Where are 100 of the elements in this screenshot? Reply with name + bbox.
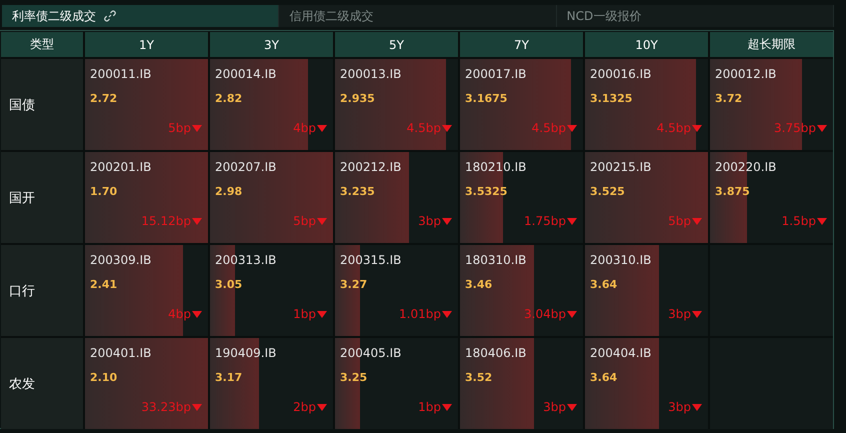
yield-value: 3.46 [465,278,494,291]
change-value: 1bp [293,307,316,321]
yield-value: 3.64 [590,371,618,384]
change-value: 1.5bp [782,214,816,228]
bond-code: 180406.IB [465,346,528,360]
bond-code: 200405.IB [340,346,402,360]
yield-value: 3.1325 [590,92,634,105]
change-value: 5bp [168,121,191,135]
quote-cell[interactable]: 180310.IB 3.46 3.04bp [460,245,583,336]
change-value: 5bp [668,214,691,228]
change-value: 1.01bp [399,307,441,321]
yield-value: 3.875 [715,185,751,198]
row-header: 口行 [1,245,83,336]
change-value: 4bp [293,121,316,135]
quote-cell[interactable]: 200016.IB 3.1325 4.5bp [585,59,708,150]
quote-cell[interactable]: 200310.IB 3.64 3bp [585,245,708,336]
change-value: 4.5bp [532,121,566,135]
column-header: 类型 [1,32,83,57]
yield-value: 3.235 [340,185,376,198]
bond-code: 200016.IB [590,67,652,81]
yield-value: 3.525 [590,185,626,198]
bond-code: 180210.IB [465,160,528,174]
yield-value: 2.935 [340,92,376,105]
yield-value: 3.52 [465,371,494,384]
row-header: 国债 [1,59,83,150]
column-header: 3Y [210,32,333,57]
quote-cell[interactable]: 200212.IB 3.235 3bp [335,152,458,243]
change-value: 15.12bp [141,214,191,228]
column-header: 10Y [585,32,708,57]
change-value: 3.75bp [774,121,816,135]
quote-cell[interactable]: 200405.IB 3.25 1bp [335,338,458,429]
yield-value: 2.10 [90,371,118,384]
yield-value: 3.27 [340,278,368,291]
quote-cell[interactable]: 180210.IB 3.5325 1.75bp [460,152,583,243]
bond-code: 200014.IB [215,67,278,81]
bond-code: 200017.IB [465,67,528,81]
yield-value: 3.5325 [465,185,508,198]
yield-value: 3.05 [215,278,244,291]
yield-value: 1.70 [90,185,118,198]
quote-cell[interactable]: 200017.IB 3.1675 4.5bp [460,59,583,150]
column-header: 超长期限 [710,32,833,57]
change-value: 3bp [668,400,691,414]
change-value: 3.04bp [524,307,566,321]
change-value: 3bp [543,400,566,414]
column-header: 7Y [460,32,583,57]
quote-cell[interactable]: 200404.IB 3.64 3bp [585,338,708,429]
bond-code: 200012.IB [715,67,778,81]
change-value: 3bp [668,307,691,321]
quote-cell[interactable]: 200313.IB 3.05 1bp [210,245,333,336]
change-value: 1.75bp [524,214,566,228]
change-value: 3bp [418,214,441,228]
bond-code: 200212.IB [340,160,402,174]
quote-cell[interactable]: 200012.IB 3.72 3.75bp [710,59,833,150]
row-header: 国开 [1,152,83,243]
change-value: 2bp [293,400,316,414]
quote-cell[interactable]: 200220.IB 3.875 1.5bp [710,152,833,243]
change-value: 33.23bp [141,400,191,414]
change-value: 4bp [168,307,191,321]
quote-cell[interactable]: 180406.IB 3.52 3bp [460,338,583,429]
quote-cell[interactable]: 200201.IB 1.70 15.12bp [85,152,208,243]
quote-cell[interactable]: 200014.IB 2.82 4bp [210,59,333,150]
column-header: 5Y [335,32,458,57]
quote-cell[interactable]: 190409.IB 3.17 2bp [210,338,333,429]
yield-value: 2.98 [215,185,244,198]
yield-value: 2.82 [215,92,244,105]
tab[interactable]: 利率债二级成交 [2,5,280,27]
bond-code: 200315.IB [340,253,402,267]
bond-code: 200310.IB [590,253,652,267]
bond-code: 200401.IB [90,346,152,360]
quote-cell[interactable]: 200215.IB 3.525 5bp [585,152,708,243]
quote-cell[interactable]: 200309.IB 2.41 4bp [85,245,208,336]
tab[interactable]: 信用债二级成交 [279,5,557,27]
yield-value: 3.72 [715,92,744,105]
tab[interactable]: NCD一级报价 [556,5,834,27]
bond-code: 200201.IB [90,160,152,174]
change-value: 1bp [418,400,441,414]
bond-code: 200313.IB [215,253,278,267]
change-value: 4.5bp [406,121,441,135]
yield-value: 3.64 [590,278,618,291]
yield-value: 2.72 [90,92,118,105]
change-value: 4.5bp [656,121,691,135]
bond-code: 200011.IB [90,67,152,81]
bond-code: 200215.IB [590,160,652,174]
row-header: 农发 [1,338,83,429]
bond-code: 200013.IB [340,67,402,81]
yield-value: 3.17 [215,371,244,384]
bond-code: 200207.IB [215,160,278,174]
bond-code: 190409.IB [215,346,278,360]
bond-code: 200220.IB [715,160,778,174]
yield-value: 3.1675 [465,92,508,105]
quote-cell[interactable]: 200207.IB 2.98 5bp [210,152,333,243]
quote-cell[interactable]: 200013.IB 2.935 4.5bp [335,59,458,150]
link-icon[interactable] [104,10,116,22]
yield-value: 2.41 [90,278,118,291]
bond-code: 200404.IB [590,346,652,360]
quote-cell[interactable]: 200401.IB 2.10 33.23bp [85,338,208,429]
column-header: 1Y [85,32,208,57]
bond-code: 200309.IB [90,253,152,267]
quote-cell[interactable]: 200315.IB 3.27 1.01bp [335,245,458,336]
quote-cell[interactable]: 200011.IB 2.72 5bp [85,59,208,150]
